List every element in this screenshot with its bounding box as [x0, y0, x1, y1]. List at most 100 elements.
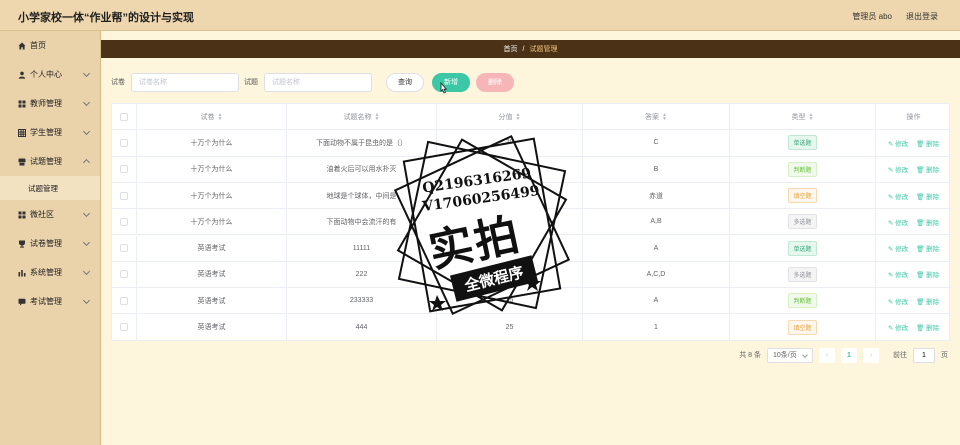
cell-score: 25: [437, 235, 583, 261]
row-checkbox[interactable]: [120, 244, 128, 253]
page-size-select[interactable]: 10条/页: [767, 347, 813, 363]
type-tag: 判断题: [788, 161, 817, 177]
row-actions: ✎ 修改 🗑 删除: [888, 322, 939, 332]
paper-name-input[interactable]: [131, 72, 239, 92]
col-header-question[interactable]: 试题名称 ▲ ▼: [287, 104, 437, 130]
table-row: 十万个为什么 油着火后可以用水扑灭 20 B 判断题 ✎ 修改 🗑 删除: [112, 156, 951, 183]
edit-button[interactable]: ✎ 修改: [888, 164, 908, 174]
cell-type: 单选题: [730, 235, 876, 261]
trash-icon: 🗑: [916, 246, 925, 254]
delete-button[interactable]: 🗑 删除: [916, 138, 939, 148]
comment-icon: [17, 297, 26, 306]
sidebar-item-home[interactable]: 首页: [0, 31, 100, 60]
sidebar-item-exams[interactable]: 考试管理: [0, 287, 100, 316]
add-button[interactable]: 新增: [432, 72, 470, 92]
next-page-button[interactable]: ›: [863, 347, 879, 363]
query-button[interactable]: 查询: [386, 72, 424, 92]
delete-button[interactable]: 🗑 删除: [916, 296, 939, 306]
row-checkbox[interactable]: [120, 270, 128, 279]
trash-icon: 🗑: [916, 219, 925, 227]
search-bar: 试卷 试题 查询 新增 删除: [111, 72, 514, 92]
delete-button[interactable]: 🗑 删除: [916, 243, 939, 253]
edit-button[interactable]: ✎ 修改: [888, 243, 908, 253]
row-select-cell: [112, 261, 137, 288]
edit-icon: ✎: [887, 246, 894, 254]
top-bar: 小学家校一体“作业帮”的设计与实现 管理员 abo 退出登录: [0, 0, 960, 31]
cell-question: 233333: [287, 288, 437, 314]
cell-type: 多选题: [730, 209, 876, 235]
sort-icon: ▲ ▼: [374, 111, 380, 122]
sidebar-item-papers[interactable]: 试卷管理: [0, 229, 100, 258]
sort-icon: ▲ ▼: [662, 111, 667, 122]
sort-icon: ▲ ▼: [217, 111, 223, 122]
row-actions: ✎ 修改 🗑 删除: [888, 138, 939, 148]
table-row: 十万个为什么 地球是个球体，中间是 30 赤道 填空题 ✎ 修改 🗑 删除: [112, 182, 951, 210]
table-icon: [17, 128, 26, 137]
col-header-score[interactable]: 分值 ▲ ▼: [437, 104, 583, 130]
type-tag: 填空题: [788, 188, 817, 204]
cell-score: 25: [437, 261, 583, 288]
sidebar-item-students[interactable]: 学生管理: [0, 118, 100, 147]
cell-type: 填空题: [730, 314, 876, 340]
current-page[interactable]: 1: [841, 347, 857, 363]
edit-button[interactable]: ✎ 修改: [888, 138, 908, 148]
cell-question: 11111: [287, 235, 437, 261]
edit-icon: ✎: [887, 298, 894, 306]
delete-button[interactable]: 🗑 删除: [916, 164, 939, 174]
delete-button[interactable]: 🗑 删除: [916, 322, 939, 332]
row-checkbox[interactable]: [120, 296, 128, 305]
sidebar-item-teachers[interactable]: 教师管理: [0, 89, 100, 118]
edit-button[interactable]: ✎ 修改: [888, 191, 908, 201]
prev-page-button[interactable]: ‹: [819, 347, 835, 363]
sidebar-subitem-question-manage[interactable]: 试题管理: [0, 176, 100, 200]
row-checkbox[interactable]: [120, 217, 128, 226]
sort-icon: ▲ ▼: [808, 111, 814, 122]
col-header-answer[interactable]: 答案 ▲ ▼: [583, 104, 730, 130]
cell-answer: A: [583, 288, 730, 314]
row-select-cell: [112, 209, 137, 235]
row-checkbox[interactable]: [120, 323, 128, 332]
edit-button[interactable]: ✎ 修改: [888, 296, 908, 306]
select-all-checkbox[interactable]: [120, 112, 128, 121]
row-checkbox[interactable]: [120, 165, 128, 174]
pagination: 共 8 条 10条/页 ‹ 1 › 前往 页: [739, 347, 948, 363]
sidebar-item-community[interactable]: 微社区: [0, 200, 100, 229]
sidebar-item-personal[interactable]: 个人中心: [0, 60, 100, 89]
goto-page-input[interactable]: [913, 347, 935, 363]
delete-button[interactable]: 🗑 删除: [916, 217, 939, 227]
col-header-paper[interactable]: 试卷 ▲ ▼: [137, 104, 287, 130]
edit-icon: ✎: [887, 167, 894, 175]
sidebar: 首页 个人中心 教师管理 学生管理 试题管理 试题管理 微社区 试卷管理 系统管…: [0, 31, 101, 445]
edit-button[interactable]: ✎ 修改: [888, 269, 908, 279]
trophy-icon: [17, 239, 26, 248]
delete-selected-button[interactable]: 删除: [476, 72, 514, 92]
row-checkbox[interactable]: [120, 191, 128, 200]
chevron-down-icon: [82, 267, 91, 276]
question-name-input[interactable]: [264, 72, 372, 92]
edit-button[interactable]: ✎ 修改: [888, 217, 908, 227]
chevron-up-icon: [82, 158, 91, 167]
cell-type: 单选题: [730, 130, 876, 156]
row-actions: ✎ 修改 🗑 删除: [888, 164, 939, 174]
cell-paper: 英语考试: [137, 288, 287, 314]
table-row: 英语考试 11111 25 A 单选题 ✎ 修改 🗑 删除: [112, 235, 951, 262]
breadcrumb-current: 试题管理: [529, 46, 558, 53]
edit-button[interactable]: ✎ 修改: [888, 322, 908, 332]
paper-label: 试卷: [111, 79, 125, 86]
cell-actions: ✎ 修改 🗑 删除: [876, 314, 951, 339]
row-select-cell: [112, 314, 137, 340]
type-tag: 填空题: [788, 319, 817, 335]
row-checkbox[interactable]: [120, 138, 128, 147]
col-header-type[interactable]: 类型 ▲ ▼: [730, 104, 876, 130]
breadcrumb-home[interactable]: 首页: [504, 44, 518, 54]
breadcrumb-separator: /: [522, 45, 525, 53]
delete-button[interactable]: 🗑 删除: [916, 269, 939, 279]
row-actions: ✎ 修改 🗑 删除: [888, 269, 939, 279]
sidebar-item-questions[interactable]: 试题管理: [0, 147, 100, 176]
type-tag: 单选题: [788, 135, 817, 151]
cell-paper: 十万个为什么: [137, 209, 287, 235]
delete-button[interactable]: 🗑 删除: [916, 191, 939, 201]
sidebar-item-system[interactable]: 系统管理: [0, 258, 100, 287]
logout-link[interactable]: 退出登录: [906, 11, 938, 22]
current-user: 管理员 abo: [852, 12, 892, 21]
